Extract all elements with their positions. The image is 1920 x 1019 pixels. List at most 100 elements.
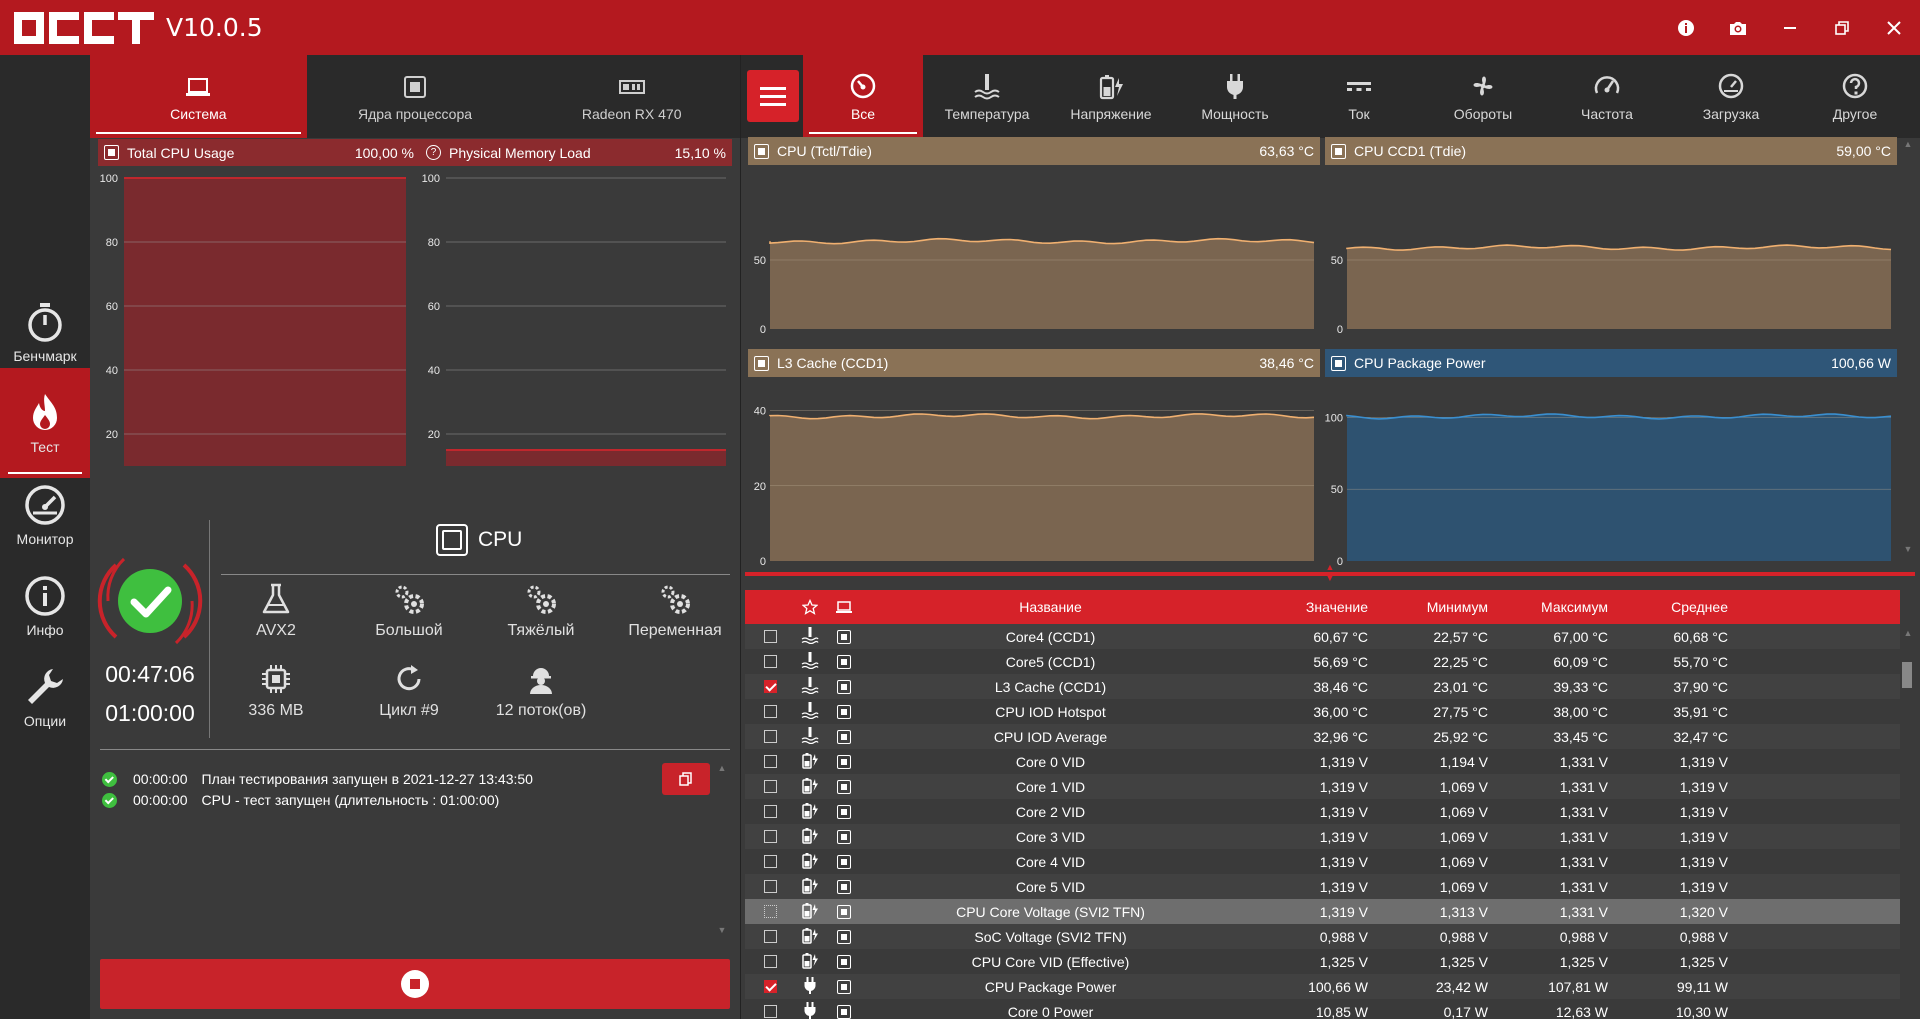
table-row[interactable]: SoC Voltage (SVI2 TFN) 0,988 V 0,988 V 0,98… — [745, 924, 1900, 949]
table-row[interactable]: Core 1 VID 1,319 V 1,069 V 1,331 V 1,319 V — [745, 774, 1900, 799]
camera-icon[interactable] — [1712, 0, 1764, 55]
app-version: V10.0.5 — [166, 13, 263, 42]
monitor-icon[interactable] — [837, 779, 851, 794]
row-checkbox[interactable] — [763, 830, 777, 843]
tab-gpu[interactable]: Radeon RX 470 — [523, 55, 740, 138]
tab-label: Radeon RX 470 — [581, 105, 682, 122]
table-row[interactable]: CPU IOD Average 32,96 °C 25,92 °C 33,45 °C 3… — [745, 724, 1900, 749]
monitor-icon[interactable] — [837, 829, 851, 844]
row-checkbox[interactable] — [763, 955, 777, 968]
monitor-icon[interactable] — [837, 1004, 851, 1019]
stop-test-button[interactable] — [100, 959, 730, 1009]
row-checkbox[interactable] — [763, 655, 777, 668]
table-row[interactable]: Core5 (CCD1) 56,69 °C 22,25 °C 60,09 °C 55,7… — [745, 649, 1900, 674]
sensor-name: Core 5 VID — [1015, 878, 1086, 895]
sensor-min: 1,069 V — [1439, 853, 1488, 870]
row-checkbox[interactable] — [763, 680, 777, 693]
table-row[interactable]: CPU Core VID (Effective) 1,325 V 1,325 V 1,… — [745, 949, 1900, 974]
table-row[interactable]: CPU Package Power 100,66 W 23,42 W 107,81 W… — [745, 974, 1900, 999]
monitor-icon[interactable] — [837, 754, 851, 769]
table-row[interactable]: CPU IOD Hotspot 36,00 °C 27,75 °C 38,00 °C 3… — [745, 699, 1900, 724]
table-row[interactable]: L3 Cache (CCD1) 38,46 °C 23,01 °C 39,33 °C 3… — [745, 674, 1900, 699]
monitor-icon[interactable] — [837, 729, 851, 744]
row-checkbox[interactable] — [763, 930, 777, 943]
row-checkbox[interactable] — [763, 730, 777, 743]
monitor-icon[interactable] — [837, 629, 851, 644]
monitor-icon[interactable] — [837, 854, 851, 869]
option-avx2: AVX2 — [211, 582, 341, 640]
monitor-icon[interactable] — [837, 804, 851, 819]
tab-temperature[interactable]: Температура — [925, 55, 1049, 138]
row-checkbox[interactable] — [763, 630, 777, 643]
sensor-min: 1,069 V — [1439, 878, 1488, 895]
col-name[interactable]: Название — [863, 599, 1238, 615]
minimize-icon[interactable] — [1764, 0, 1816, 55]
monitor-icon[interactable] — [837, 954, 851, 969]
table-row[interactable]: Core 0 VID 1,319 V 1,194 V 1,331 V 1,319 V — [745, 749, 1900, 774]
row-checkbox[interactable] — [763, 780, 777, 793]
restore-icon[interactable] — [1816, 0, 1868, 55]
col-avg[interactable]: Среднее — [1608, 599, 1728, 615]
sensor-min: 0,988 V — [1439, 928, 1488, 945]
tab-current[interactable]: Ток — [1297, 55, 1421, 138]
copy-log-button[interactable] — [662, 763, 710, 795]
option-memory: 336 MB — [211, 662, 341, 720]
tab-label: Другое — [1832, 105, 1878, 122]
table-row[interactable]: Core 5 VID 1,319 V 1,069 V 1,331 V 1,319 V — [745, 874, 1900, 899]
row-checkbox[interactable] — [763, 1005, 777, 1018]
table-row[interactable]: CPU Core Voltage (SVI2 TFN) 1,319 V 1,313 … — [745, 899, 1900, 924]
col-min[interactable]: Минимум — [1368, 599, 1488, 615]
row-checkbox[interactable] — [763, 805, 777, 818]
charts-scroll-down[interactable]: ▼ — [1902, 544, 1914, 556]
sensor-min: 1,069 V — [1439, 803, 1488, 820]
tab-system[interactable]: Система — [90, 55, 307, 138]
tab-voltage[interactable]: Напряжение — [1049, 55, 1173, 138]
log-scroll-down[interactable]: ▼ — [716, 925, 728, 937]
fan-icon — [1473, 76, 1493, 95]
table-row[interactable]: Core 2 VID 1,319 V 1,069 V 1,331 V 1,319 V — [745, 799, 1900, 824]
menu-button[interactable] — [747, 70, 799, 122]
table-scroll-thumb[interactable] — [1902, 662, 1912, 688]
monitor-icon[interactable] — [837, 654, 851, 669]
log-scroll-up[interactable]: ▲ — [716, 763, 728, 775]
row-checkbox[interactable] — [763, 855, 777, 868]
row-checkbox[interactable] — [763, 880, 777, 893]
row-checkbox[interactable] — [763, 905, 777, 918]
row-checkbox[interactable] — [763, 755, 777, 768]
sensor-name: Core 4 VID — [1015, 853, 1086, 870]
col-value[interactable]: Значение — [1238, 599, 1368, 615]
col-max[interactable]: Максимум — [1488, 599, 1608, 615]
monitor-icon[interactable] — [837, 904, 851, 919]
table-body: Core4 (CCD1) 60,67 °C 22,57 °C 67,00 °C 60,6… — [745, 624, 1900, 1019]
star-icon[interactable] — [802, 599, 818, 615]
sensor-max: 1,331 V — [1559, 778, 1608, 795]
monitor-icon[interactable] — [837, 879, 851, 894]
tab-cpu-cores[interactable]: Ядра процессора — [307, 55, 524, 138]
laptop-icon[interactable] — [835, 600, 853, 614]
table-row[interactable]: Core 0 Power 10,85 W 0,17 W 12,63 W 10,30 W — [745, 999, 1900, 1019]
monitor-icon[interactable] — [837, 704, 851, 719]
table-row[interactable]: Core 4 VID 1,319 V 1,069 V 1,331 V 1,319 V — [745, 849, 1900, 874]
tab-fans[interactable]: Обороты — [1421, 55, 1545, 138]
table-scroll-up[interactable]: ▲ — [1902, 628, 1914, 640]
tab-other[interactable]: Другое — [1793, 55, 1917, 138]
question-icon — [1842, 73, 1868, 98]
tab-frequency[interactable]: Частота — [1545, 55, 1669, 138]
monitor-icon[interactable] — [837, 679, 851, 694]
table-row[interactable]: Core 3 VID 1,319 V 1,069 V 1,331 V 1,319 V — [745, 824, 1900, 849]
close-icon[interactable] — [1868, 0, 1920, 55]
tab-load[interactable]: Загрузка — [1669, 55, 1793, 138]
tick-label: 40 — [754, 406, 766, 418]
monitor-icon[interactable] — [837, 929, 851, 944]
info-icon[interactable] — [1660, 0, 1712, 55]
sensor-name: Core 1 VID — [1015, 778, 1086, 795]
row-checkbox[interactable] — [763, 980, 777, 993]
table-row[interactable]: Core4 (CCD1) 60,67 °C 22,57 °C 67,00 °C 60,6… — [745, 624, 1900, 649]
charts-scroll-up[interactable]: ▲ — [1902, 139, 1914, 151]
tab-all[interactable]: Все — [803, 55, 923, 138]
monitor-icon[interactable] — [837, 979, 851, 994]
row-checkbox[interactable] — [763, 705, 777, 718]
tab-power[interactable]: Мощность — [1173, 55, 1297, 138]
rail-item-options[interactable]: Опции — [0, 642, 90, 752]
splitter-grip-icon[interactable]: ▲ ▼ — [1325, 562, 1335, 586]
